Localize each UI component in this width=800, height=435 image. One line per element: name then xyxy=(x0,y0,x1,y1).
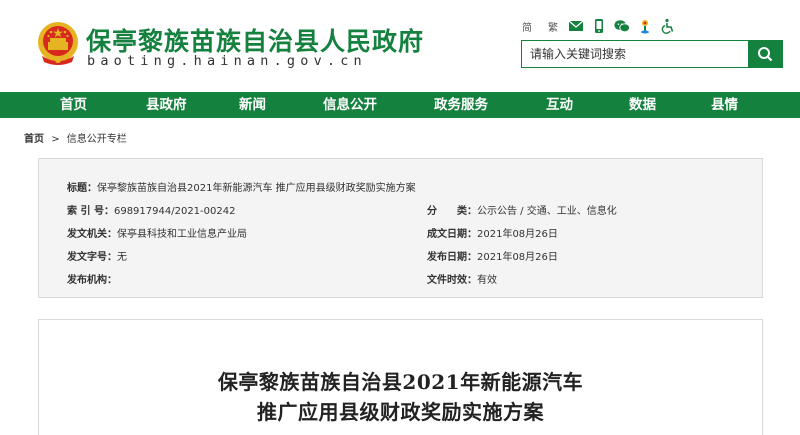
info-category-value: 公示公告 / 交通、工业、信息化 xyxy=(477,206,617,217)
info-published-label: 发布日期： xyxy=(427,252,477,263)
nav-item-interaction[interactable]: 互动 xyxy=(546,92,573,118)
breadcrumb: 首页 > 信息公开专栏 xyxy=(24,130,127,145)
info-index-value: 698917944/2021-00242 xyxy=(113,206,236,217)
tool-links: 简 繁 xyxy=(522,18,683,34)
site-domain: baoting.hainan.gov.cn xyxy=(87,53,367,69)
info-title-row: 标题：保亭黎族苗族自治县2021年新能源汽车 推广应用县级财政奖励实施方案 xyxy=(67,179,416,194)
info-validity-value: 有效 xyxy=(477,275,497,286)
search-input[interactable] xyxy=(522,41,748,67)
search-button[interactable] xyxy=(748,41,782,67)
info-created-row: 成文日期：2021年08月26日 xyxy=(427,225,558,240)
main-nav: 首页 县政府 新闻 信息公开 政务服务 互动 数据 县情 xyxy=(0,92,800,118)
info-created-label: 成文日期： xyxy=(427,229,477,240)
info-title-value: 保亭黎族苗族自治县2021年新能源汽车 推广应用县级财政奖励实施方案 xyxy=(97,183,416,194)
site-header: 保亭黎族苗族自治县人民政府 baoting.hainan.gov.cn 简 繁 xyxy=(0,0,800,92)
nav-item-services[interactable]: 政务服务 xyxy=(434,92,488,118)
simplified-chinese-link[interactable]: 简 xyxy=(522,19,532,34)
info-docno-label: 发文字号： xyxy=(67,252,117,263)
nav-item-data[interactable]: 数据 xyxy=(629,92,656,118)
search-box xyxy=(521,40,783,68)
weibo-icon[interactable] xyxy=(637,18,653,34)
article-title-line2: 推广应用县级财政奖励实施方案 xyxy=(257,400,544,424)
article-title-line1: 保亭黎族苗族自治县2021年新能源汽车 xyxy=(217,370,584,394)
info-docno-row: 发文字号：无 xyxy=(67,248,127,263)
info-created-value: 2021年08月26日 xyxy=(477,229,558,240)
mail-icon[interactable] xyxy=(568,18,584,34)
info-category-label: 分 类： xyxy=(427,206,477,217)
info-index-row: 索 引 号：698917944/2021-00242 xyxy=(67,202,235,217)
accessibility-icon[interactable] xyxy=(660,18,676,34)
traditional-chinese-link[interactable]: 繁 xyxy=(548,19,558,34)
mobile-icon[interactable] xyxy=(591,18,607,34)
nav-item-info-disclosure[interactable]: 信息公开 xyxy=(323,92,377,118)
breadcrumb-separator: > xyxy=(51,134,60,145)
info-validity-label: 文件时效： xyxy=(427,275,477,286)
info-issuer-label: 发文机关： xyxy=(67,229,117,240)
info-index-label: 索 引 号： xyxy=(67,206,114,217)
nav-item-news[interactable]: 新闻 xyxy=(239,92,266,118)
search-icon xyxy=(758,47,773,62)
breadcrumb-home-link[interactable]: 首页 xyxy=(24,134,44,145)
nav-item-home[interactable]: 首页 xyxy=(60,92,87,118)
info-validity-row: 文件时效：有效 xyxy=(427,271,497,286)
info-published-value: 2021年08月26日 xyxy=(477,252,558,263)
nav-item-government[interactable]: 县政府 xyxy=(146,92,187,118)
info-category-row: 分 类：公示公告 / 交通、工业、信息化 xyxy=(427,202,617,217)
info-docno-value: 无 xyxy=(117,252,127,263)
nav-item-county-info[interactable]: 县情 xyxy=(711,92,738,118)
info-publisher-label: 发布机构： xyxy=(67,275,117,286)
info-issuer-row: 发文机关：保亭县科技和工业信息产业局 xyxy=(67,225,247,240)
info-issuer-value: 保亭县科技和工业信息产业局 xyxy=(117,229,247,240)
info-publisher-row: 发布机构： xyxy=(67,271,117,286)
national-emblem-icon xyxy=(36,20,80,66)
info-published-row: 发布日期：2021年08月26日 xyxy=(427,248,558,263)
breadcrumb-current-link[interactable]: 信息公开专栏 xyxy=(67,134,127,145)
wechat-icon[interactable] xyxy=(614,18,630,34)
article-content: 保亭黎族苗族自治县2021年新能源汽车 推广应用县级财政奖励实施方案 xyxy=(38,319,763,435)
document-info-panel: 标题：保亭黎族苗族自治县2021年新能源汽车 推广应用县级财政奖励实施方案 索 … xyxy=(38,158,763,298)
info-title-label: 标题： xyxy=(67,183,97,194)
